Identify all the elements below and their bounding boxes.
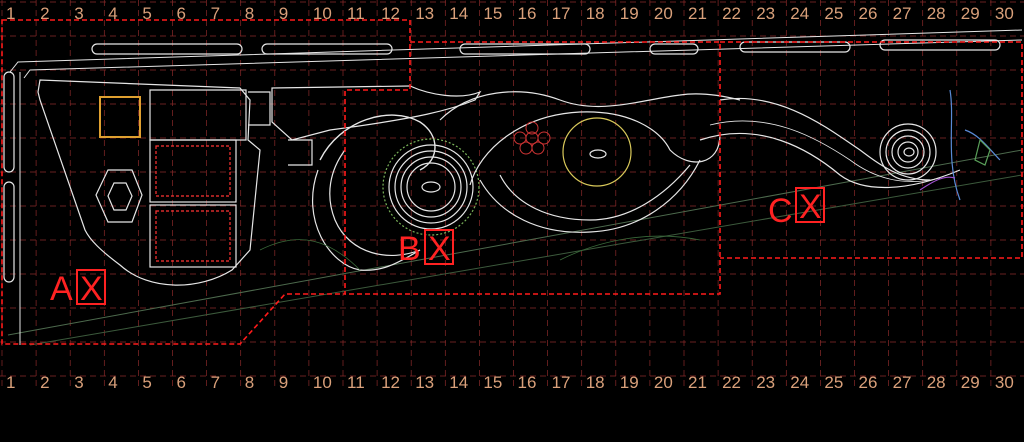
grid-number-bottom: 16 (518, 373, 537, 392)
grid-number-bottom: 5 (142, 373, 151, 392)
zone-a-letter: A (50, 270, 73, 308)
zone-b-mark: X (428, 230, 451, 268)
grid-number-bottom: 24 (790, 373, 809, 392)
zone-c-letter: C (768, 192, 793, 230)
grid-number-top: 13 (415, 4, 434, 23)
grid-number-bottom: 4 (108, 373, 117, 392)
grid-number-top: 19 (620, 4, 639, 23)
grid-number-top: 21 (688, 4, 707, 23)
grid-number-top: 22 (722, 4, 741, 23)
grid-number-bottom: 28 (927, 373, 946, 392)
grid-number-bottom: 26 (859, 373, 878, 392)
grid-number-bottom: 17 (552, 373, 571, 392)
grid-number-top: 28 (927, 4, 946, 23)
grid-number-bottom: 30 (995, 373, 1014, 392)
grid-number-bottom: 14 (449, 373, 468, 392)
zone-a-mark: X (80, 270, 103, 308)
grid-number-top: 29 (961, 4, 980, 23)
grid-number-top: 27 (893, 4, 912, 23)
grid-number-bottom: 22 (722, 373, 741, 392)
grid-number-bottom: 7 (211, 373, 220, 392)
grid-number-bottom: 11 (347, 373, 365, 392)
grid-number-bottom: 27 (893, 373, 912, 392)
grid-number-top: 14 (449, 4, 468, 23)
grid-number-bottom: 29 (961, 373, 980, 392)
grid-number-top: 16 (518, 4, 537, 23)
zone-b-label: B X (398, 229, 454, 268)
grid-number-bottom: 1 (6, 373, 15, 392)
grid-number-bottom: 23 (756, 373, 775, 392)
grid-number-bottom: 12 (381, 373, 400, 392)
grid-number-bottom: 2 (40, 373, 49, 392)
zone-c-mark: X (799, 188, 822, 226)
zone-a-label: A X (50, 269, 106, 308)
site-plan-drawing: 1 2 3 4 5 6 7 8 9 10 11 12 13 14 15 16 17 18 19 20 21 22 23 24 2… (0, 0, 1024, 442)
grid-number-bottom: 9 (279, 373, 288, 392)
grid-number-top: 20 (654, 4, 673, 23)
grid-number-bottom: 3 (74, 373, 83, 392)
grid-number-top: 30 (995, 4, 1014, 23)
grid-number-bottom: 18 (586, 373, 605, 392)
grid-number-bottom: 10 (313, 373, 332, 392)
grid-number-top: 23 (756, 4, 775, 23)
grid-number-top: 15 (483, 4, 502, 23)
grid-number-bottom: 13 (415, 373, 434, 392)
grid-number-top: 26 (859, 4, 878, 23)
grid-number-top: 25 (824, 4, 843, 23)
grid-number-top: 18 (586, 4, 605, 23)
grid-number-top: 24 (790, 4, 809, 23)
grid-number-bottom: 15 (483, 373, 502, 392)
grid-number-bottom: 19 (620, 373, 639, 392)
grid-number-bottom: 8 (245, 373, 254, 392)
grid-number-bottom: 20 (654, 373, 673, 392)
grid-number-bottom: 25 (824, 373, 843, 392)
zone-b-letter: B (398, 230, 421, 268)
grid-number-bottom: 6 (177, 373, 186, 392)
grid-number-bottom: 21 (688, 373, 707, 392)
grid-number-top: 17 (552, 4, 571, 23)
